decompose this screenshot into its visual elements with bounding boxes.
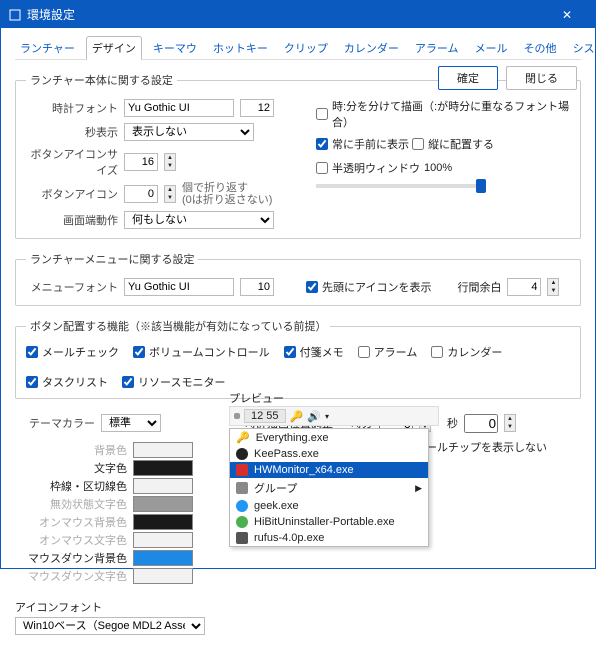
preview-item-1[interactable]: KeePass.exe xyxy=(230,446,428,462)
cb-split[interactable] xyxy=(316,108,328,120)
titlebar: 環境設定 ✕ xyxy=(1,1,595,28)
cb-topmost[interactable] xyxy=(316,138,328,150)
preview-item-3[interactable]: グループ▶ xyxy=(230,478,428,498)
window-icon xyxy=(9,9,21,21)
icon-font-select[interactable]: Win10ベース（Segoe MDL2 Assets） xyxy=(15,617,205,635)
tab-2[interactable]: キーマウ xyxy=(148,37,202,59)
tab-0[interactable]: ランチャー xyxy=(15,37,80,59)
clock-sec-adj[interactable] xyxy=(464,414,498,433)
swatch-1[interactable] xyxy=(133,460,193,476)
tab-8[interactable]: その他 xyxy=(519,37,562,59)
swatch-4[interactable] xyxy=(133,514,193,530)
menu-font-size[interactable] xyxy=(240,278,274,296)
close-icon[interactable]: ✕ xyxy=(547,8,587,22)
spin[interactable]: ▲▼ xyxy=(164,185,176,203)
feature-cb-0[interactable]: メールチェック xyxy=(26,344,119,360)
swatch-7[interactable] xyxy=(133,568,193,584)
theme-select[interactable]: 標準 xyxy=(101,414,161,432)
edge-select[interactable]: 何もしない xyxy=(124,211,274,229)
preview-menu: 🔑Everything.exeKeePass.exeHWMonitor_x64.… xyxy=(229,428,429,547)
tab-1[interactable]: デザイン xyxy=(86,36,142,60)
swatch-6[interactable] xyxy=(133,550,193,566)
preview-item-0[interactable]: 🔑Everything.exe xyxy=(230,429,428,446)
swatch-0[interactable] xyxy=(133,442,193,458)
sec-select[interactable]: 表示しない xyxy=(124,123,254,141)
dropdown-icon: ▾ xyxy=(325,412,329,421)
line-gap[interactable] xyxy=(507,278,541,296)
swatch-5[interactable] xyxy=(133,532,193,548)
icon-size[interactable] xyxy=(124,153,158,171)
window-title: 環境設定 xyxy=(27,6,75,23)
tab-bar: ランチャーデザインキーマウホットキークリップカレンダーアラームメールその他システ… xyxy=(15,38,581,60)
cb-transparent[interactable] xyxy=(316,162,328,174)
preview-item-5[interactable]: HiBitUninstaller-Portable.exe xyxy=(230,514,428,530)
tab-5[interactable]: カレンダー xyxy=(339,37,404,59)
confirm-button[interactable]: 確定 xyxy=(438,66,498,90)
tab-9[interactable]: システム xyxy=(568,37,596,59)
cb-menu-icon[interactable] xyxy=(306,281,318,293)
tab-4[interactable]: クリップ xyxy=(279,37,333,59)
icon-count[interactable] xyxy=(124,185,158,203)
tab-3[interactable]: ホットキー xyxy=(208,37,273,59)
swatch-3[interactable] xyxy=(133,496,193,512)
swatch-2[interactable] xyxy=(133,478,193,494)
grip-icon xyxy=(234,413,240,419)
key-icon: 🔑 xyxy=(290,410,304,423)
tab-6[interactable]: アラーム xyxy=(410,37,464,59)
transparency-slider[interactable] xyxy=(316,184,486,188)
feature-cb-1[interactable]: ボリュームコントロール xyxy=(133,344,270,360)
preview-clock: 12 55 xyxy=(244,409,286,423)
group-launcher-menu: ランチャーメニューに関する設定 メニューフォント 先頭にアイコンを表示 行間余白… xyxy=(15,251,581,306)
clock-font-input[interactable] xyxy=(124,99,234,117)
feature-cb-6[interactable]: リソースモニター xyxy=(122,374,225,390)
close-button[interactable]: 閉じる xyxy=(506,66,577,90)
feature-cb-3[interactable]: アラーム xyxy=(358,344,418,360)
preview-item-2[interactable]: HWMonitor_x64.exe xyxy=(230,462,428,478)
preview-item-4[interactable]: geek.exe xyxy=(230,498,428,514)
preview-panel: プレビュー 12 55 🔑 🔊 ▾ 🔑Everything.exeKeePass… xyxy=(229,390,439,547)
preview-item-6[interactable]: rufus-4.0p.exe xyxy=(230,530,428,546)
cb-vertical[interactable] xyxy=(412,138,424,150)
group-button-features: ボタン配置する機能（※該当機能が有効になっている前提） メールチェック ボリュー… xyxy=(15,318,581,399)
volume-icon: 🔊 xyxy=(307,410,321,423)
feature-cb-2[interactable]: 付箋メモ xyxy=(284,344,344,360)
clock-font-size[interactable] xyxy=(240,99,274,117)
group-launcher-body: ランチャー本体に関する設定 時計フォント 秒表示 表示しない ボタンアイコンサイ… xyxy=(15,72,581,239)
feature-cb-5[interactable]: タスクリスト xyxy=(26,374,108,390)
menu-font[interactable] xyxy=(124,278,234,296)
tab-7[interactable]: メール xyxy=(470,37,513,59)
feature-cb-4[interactable]: カレンダー xyxy=(431,344,502,360)
spin[interactable]: ▲▼ xyxy=(164,153,176,171)
